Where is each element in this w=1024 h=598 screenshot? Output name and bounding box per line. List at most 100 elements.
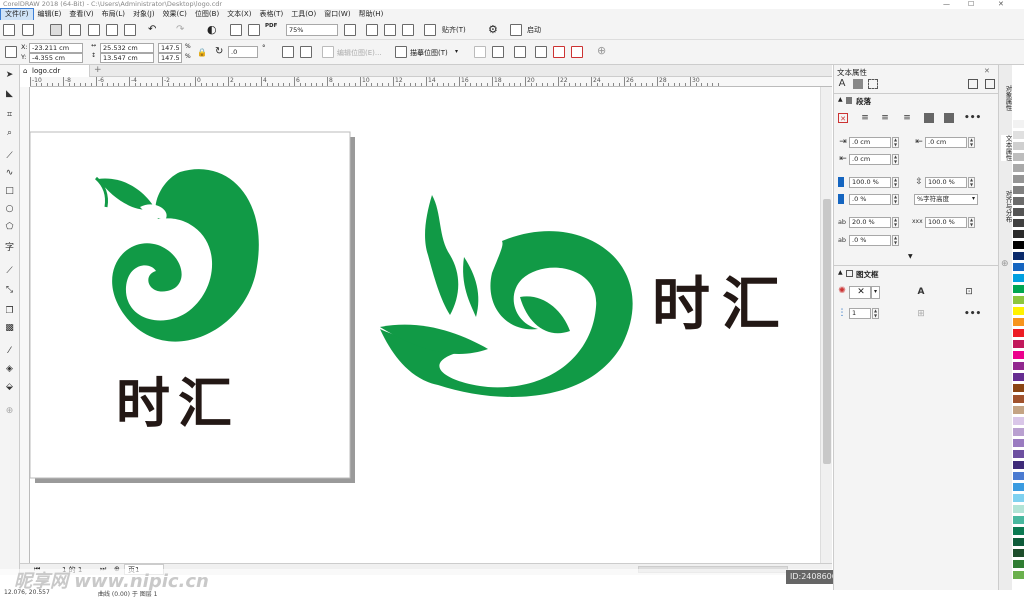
- import-icon[interactable]: [230, 24, 242, 36]
- palette-swatch[interactable]: [1013, 373, 1024, 382]
- before-para-field[interactable]: .0 %: [849, 194, 891, 205]
- palette-swatch[interactable]: [1013, 494, 1024, 503]
- palette-swatch[interactable]: [1013, 219, 1024, 228]
- connector-tool-icon[interactable]: ⤡: [4, 285, 15, 295]
- columns-field[interactable]: 1: [849, 308, 871, 319]
- redo-icon[interactable]: ↷: [176, 24, 184, 35]
- menu-item-5[interactable]: 效果(C): [159, 9, 191, 20]
- snap-icon[interactable]: [424, 24, 436, 36]
- menu-item-3[interactable]: 布局(L): [98, 9, 129, 20]
- lang-spacing-spinner[interactable]: ▲ ▼: [968, 217, 975, 228]
- object-origin-icon[interactable]: [5, 46, 17, 58]
- export-icon[interactable]: [248, 24, 260, 36]
- artistic-media-icon[interactable]: ∿: [4, 168, 15, 178]
- open-icon[interactable]: [22, 24, 34, 36]
- options-gear-icon[interactable]: ⚙: [488, 23, 498, 36]
- palette-swatch[interactable]: [1013, 461, 1024, 470]
- right-indent-spinner[interactable]: ▲ ▼: [892, 154, 899, 165]
- freehand-tool-icon[interactable]: ⟋: [4, 151, 15, 161]
- palette-swatch[interactable]: [1013, 164, 1024, 173]
- palette-swatch[interactable]: [1013, 439, 1024, 448]
- lock-ratio-icon[interactable]: 🔒: [197, 48, 207, 57]
- palette-swatch[interactable]: [1013, 549, 1024, 558]
- first-indent-spinner[interactable]: ▲ ▼: [968, 137, 975, 148]
- polygon-tool-icon[interactable]: ⬠: [4, 222, 15, 232]
- align-left-icon[interactable]: ≡: [860, 113, 870, 123]
- palette-swatch[interactable]: [1013, 428, 1024, 437]
- launch-icon[interactable]: [510, 24, 522, 36]
- background-color-icon[interactable]: ✺: [837, 286, 847, 296]
- menu-item-1[interactable]: 编辑(E): [34, 9, 66, 20]
- rulers-icon[interactable]: [384, 24, 396, 36]
- save-icon[interactable]: [50, 24, 62, 36]
- undo-icon[interactable]: ↶: [148, 24, 156, 35]
- lang-spacing-field[interactable]: 100.0 %: [925, 217, 967, 228]
- after-para-field[interactable]: .0 %: [849, 235, 891, 246]
- palette-swatch[interactable]: [1013, 505, 1024, 514]
- pdf-icon[interactable]: PDF: [265, 23, 277, 29]
- rotation-field[interactable]: .0: [228, 46, 258, 58]
- menu-item-7[interactable]: 文本(X): [223, 9, 255, 20]
- palette-swatch[interactable]: [1013, 538, 1024, 547]
- menu-item-4[interactable]: 对象(J): [129, 9, 159, 20]
- menu-item-6[interactable]: 位图(B): [191, 9, 223, 20]
- palette-swatch[interactable]: [1013, 252, 1024, 261]
- interactive-fill-icon[interactable]: ◈: [4, 364, 15, 374]
- width-field[interactable]: 25.532 cm: [100, 43, 154, 53]
- edit-bitmap-button[interactable]: 编辑位图(E)...: [337, 48, 382, 58]
- columns-spinner[interactable]: ▲ ▼: [872, 308, 879, 319]
- trace-bitmap-button[interactable]: 描摹位图(T): [410, 48, 448, 58]
- line-spacing-field[interactable]: 100.0 %: [849, 177, 891, 188]
- palette-swatch[interactable]: [1013, 417, 1024, 426]
- word-spacing-spinner[interactable]: ▲ ▼: [892, 217, 899, 228]
- palette-swatch[interactable]: [1013, 395, 1024, 404]
- launch-button[interactable]: 启动: [527, 25, 541, 35]
- palette-swatch[interactable]: [1013, 241, 1024, 250]
- column-settings-icon[interactable]: ⊞: [916, 309, 926, 319]
- palette-swatch[interactable]: [1013, 571, 1024, 580]
- palette-swatch[interactable]: [1013, 197, 1024, 206]
- menu-item-9[interactable]: 工具(O): [287, 9, 320, 20]
- palette-swatch[interactable]: [1013, 329, 1024, 338]
- after-para-spinner[interactable]: ▲ ▼: [892, 235, 899, 246]
- spacing-unit-select[interactable]: %字符高度: [914, 194, 978, 205]
- bitmap-frame-icon[interactable]: [514, 46, 526, 58]
- palette-swatch[interactable]: [1013, 263, 1024, 272]
- palette-swatch[interactable]: [1013, 142, 1024, 151]
- close-icon[interactable]: ✕: [998, 0, 1004, 9]
- frame-tab-icon[interactable]: [868, 79, 878, 89]
- palette-swatch[interactable]: [1013, 318, 1024, 327]
- trace-bitmap-icon[interactable]: [395, 46, 407, 58]
- first-line-indent-field[interactable]: .0 cm: [925, 137, 967, 148]
- palette-swatch[interactable]: [1013, 560, 1024, 569]
- palette-swatch[interactable]: [1013, 362, 1024, 371]
- resample-icon[interactable]: [492, 46, 504, 58]
- frame-fit-icon[interactable]: ⊡: [964, 287, 974, 297]
- paragraph-collapse-icon[interactable]: ▲: [838, 96, 843, 103]
- frame-collapse-icon[interactable]: ▲: [838, 269, 843, 276]
- panel-close-icon[interactable]: ✕: [984, 67, 990, 75]
- trace-dropdown-icon[interactable]: ▾: [455, 48, 458, 55]
- full-screen-icon[interactable]: [366, 24, 378, 36]
- add-docker-icon[interactable]: ⊕: [1001, 259, 1009, 269]
- zoom-fit-icon[interactable]: [344, 24, 356, 36]
- fill-swatch[interactable]: ✕: [849, 286, 871, 299]
- palette-swatch[interactable]: [1013, 307, 1024, 316]
- crop-tool-icon[interactable]: ⌗: [4, 110, 15, 120]
- copy-icon[interactable]: [106, 24, 118, 36]
- minimize-icon[interactable]: —: [943, 0, 950, 9]
- menu-item-10[interactable]: 窗口(W): [320, 9, 354, 20]
- align-center-icon[interactable]: ≡: [880, 113, 890, 123]
- justify-icon[interactable]: [924, 113, 934, 123]
- drop-shadow-icon[interactable]: ❐: [4, 306, 15, 316]
- paragraph-tab-icon[interactable]: [853, 79, 863, 89]
- word-spacing-field[interactable]: 20.0 %: [849, 217, 891, 228]
- maximize-icon[interactable]: ☐: [968, 0, 974, 9]
- grid-icon[interactable]: [402, 24, 414, 36]
- eyedropper-icon[interactable]: ⁄: [4, 346, 15, 356]
- smart-fill-icon[interactable]: ⬙: [4, 382, 15, 392]
- right-indent-field[interactable]: .0 cm: [849, 154, 891, 165]
- align-distribute-tab[interactable]: 对齐与分布: [1001, 190, 1012, 223]
- before-para-spinner[interactable]: ▲ ▼: [892, 194, 899, 205]
- force-justify-icon[interactable]: [944, 113, 954, 123]
